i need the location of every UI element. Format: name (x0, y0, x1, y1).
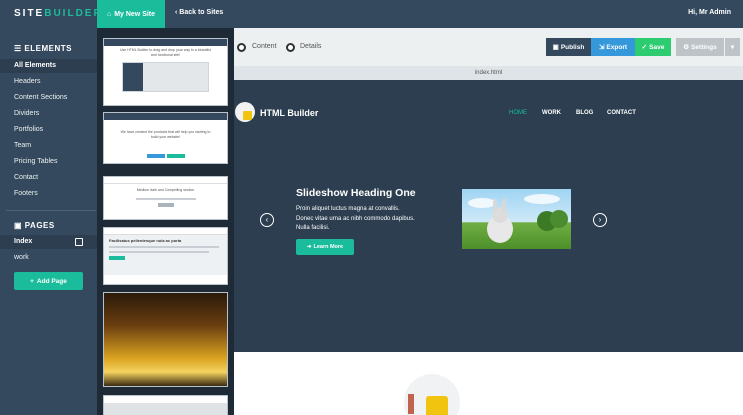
export-button[interactable]: ⇲ Export (591, 38, 635, 56)
block-thumbnail[interactable]: Facilisatus pellentesque nula ac porta (103, 227, 228, 285)
publish-button[interactable]: ▣ Publish (546, 38, 591, 56)
pages-header: ▣ PAGES (14, 221, 55, 230)
settings-dropdown-button[interactable]: ▾ (725, 38, 740, 56)
elements-sidebar: ☰ ELEMENTS All Elements Headers Content … (0, 28, 97, 415)
sidebar-item-content-sections[interactable]: Content Sections (0, 91, 97, 105)
page-preview-section (234, 352, 743, 415)
thumbnail-nav (104, 396, 227, 403)
learn-more-button[interactable]: ➜ Learn More (296, 239, 354, 255)
elements-header: ☰ ELEMENTS (14, 44, 72, 53)
sidebar-item-team[interactable]: Team (0, 139, 97, 153)
preview-menu-work[interactable]: WORK (542, 110, 561, 116)
caret-down-icon: ▾ (730, 44, 735, 51)
check-icon: ✓ (641, 44, 648, 51)
details-radio[interactable] (286, 43, 295, 52)
thumbnail-screenshot (122, 62, 209, 92)
thumbnail-nav (104, 113, 227, 120)
block-thumbnail[interactable]: Medium dark and Compelling section (103, 176, 228, 220)
block-thumbnail[interactable]: We have created the products that will h… (103, 112, 228, 164)
site-tab[interactable]: ⌂ My New Site (97, 0, 165, 28)
block-thumbnail[interactable] (103, 395, 228, 415)
slide-image (462, 189, 571, 249)
main-canvas: Content Details ▣ Publish ⇲ Export ✓ Sav… (234, 28, 743, 415)
thumbnail-nav (104, 39, 227, 46)
slide-next-icon[interactable]: › (593, 213, 607, 227)
slide-prev-icon[interactable]: ‹ (260, 213, 274, 227)
block-thumbnails-panel: Use HTML Builder to drag and drop your w… (97, 28, 234, 415)
sidebar-item-all-elements[interactable]: All Elements (0, 59, 97, 73)
home-icon: ⌂ (106, 10, 112, 18)
page-item-index[interactable]: Index (0, 235, 97, 249)
sidebar-item-dividers[interactable]: Dividers (0, 107, 97, 121)
slide-text: Proin aliquet luctus magna at convallis.… (296, 206, 415, 231)
export-icon: ⇲ (598, 44, 605, 51)
sidebar-item-footers[interactable]: Footers (0, 187, 97, 201)
back-to-sites-link[interactable]: ‹ Back to Sites (175, 9, 223, 16)
editor-toolbar: Content Details ▣ Publish ⇲ Export ✓ Sav… (234, 28, 743, 66)
chevron-left-icon: ‹ (175, 9, 178, 16)
preview-menu-blog[interactable]: BLOG (576, 110, 593, 116)
page-tab[interactable]: index.html (234, 66, 743, 80)
sidebar-item-contact[interactable]: Contact (0, 171, 97, 185)
gear-icon: ⚙ (683, 44, 690, 51)
user-greeting[interactable]: Hi, Mr Admin (688, 9, 731, 16)
thumbnail-nav (104, 177, 227, 184)
arrow-circle-icon: ➜ (306, 244, 312, 250)
plus-icon: + (30, 277, 34, 285)
block-thumbnail-sunset[interactable] (103, 292, 228, 387)
page-icon: ▣ (14, 221, 23, 230)
site-tab-label: My New Site (114, 10, 156, 18)
app-logo[interactable]: SITEBUILDER (14, 8, 103, 19)
page-item-work[interactable]: work (0, 251, 97, 265)
preview-menu-contact[interactable]: CONTACT (607, 110, 636, 116)
sidebar-item-headers[interactable]: Headers (0, 75, 97, 89)
content-radio-label[interactable]: Content (252, 43, 277, 50)
settings-button[interactable]: ⚙ Settings (676, 38, 724, 56)
top-bar: SITEBUILDER ⌂ My New Site ‹ Back to Site… (0, 0, 743, 28)
sidebar-divider (6, 210, 96, 211)
block-thumbnail[interactable]: Use HTML Builder to drag and drop your w… (103, 38, 228, 106)
thumbnail-nav (104, 228, 227, 235)
add-page-button[interactable]: + Add Page (14, 272, 83, 290)
slide-illustration (468, 194, 568, 243)
edit-icon[interactable] (75, 238, 83, 246)
section-logo-icon (404, 374, 460, 415)
page-preview-header: HTML Builder HOME WORK BLOG CONTACT ‹ Sl… (234, 80, 743, 352)
brand-logo-icon (235, 102, 255, 122)
content-radio[interactable] (237, 43, 246, 52)
sidebar-item-portfolios[interactable]: Portfolios (0, 123, 97, 137)
details-radio-label[interactable]: Details (300, 43, 321, 50)
list-icon: ☰ (14, 44, 22, 53)
sidebar-item-pricing-tables[interactable]: Pricing Tables (0, 155, 97, 169)
slide-heading: Slideshow Heading One (296, 187, 416, 199)
preview-brand[interactable]: HTML Builder (260, 108, 318, 118)
publish-icon: ▣ (552, 44, 559, 51)
preview-menu-home[interactable]: HOME (509, 110, 527, 116)
save-button[interactable]: ✓ Save (635, 38, 671, 56)
